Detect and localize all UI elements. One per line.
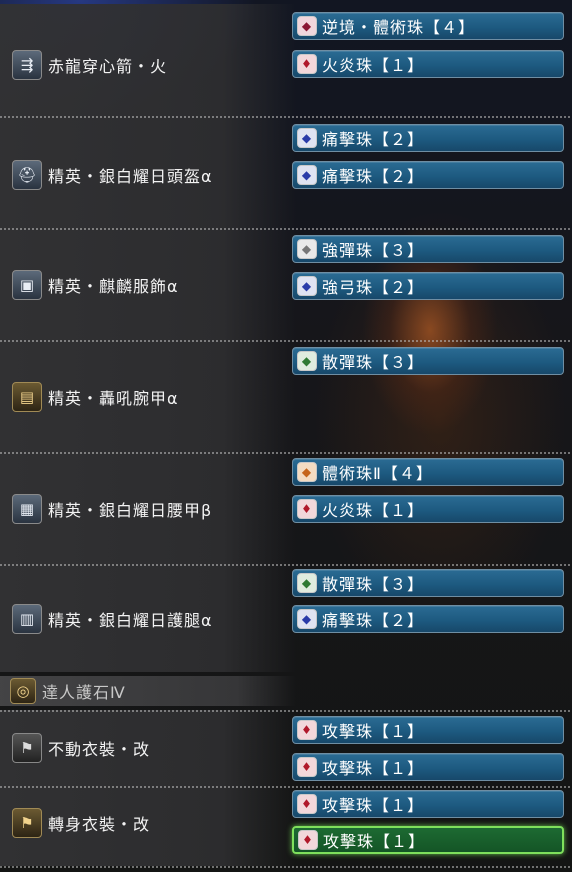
decoration-slot[interactable]: ♦ 火炎珠【１】 xyxy=(292,495,564,523)
equipment-item[interactable]: ⛑ 精英・銀白耀日頭盔α xyxy=(12,158,213,192)
decoration-gem-icon: ◆ xyxy=(297,276,317,296)
equipment-name: 赤龍穿心箭・火 xyxy=(48,57,168,76)
equipment-row-chest[interactable]: ▣ 精英・麒麟服飾α ◆ 強彈珠【３】 ◆ 強弓珠【２】 xyxy=(0,228,572,340)
decoration-label: 逆境・體術珠【４】 xyxy=(322,18,476,37)
mantle-item[interactable]: ⚑ 轉身衣裝・改 xyxy=(12,806,150,840)
mantle-icon: ⚑ xyxy=(12,733,42,763)
decoration-label: 火炎珠【１】 xyxy=(322,501,425,520)
decoration-slot[interactable]: ◆ 散彈珠【３】 xyxy=(292,347,564,375)
decoration-slot[interactable]: ◆ 痛擊珠【２】 xyxy=(292,161,564,189)
helmet-icon: ⛑ xyxy=(12,160,42,190)
decoration-slot[interactable]: ◆ 散彈珠【３】 xyxy=(292,569,564,597)
decoration-label: 攻擊珠【１】 xyxy=(323,832,426,851)
decoration-gem-icon: ♦ xyxy=(297,720,317,740)
bottom-divider xyxy=(0,866,572,868)
decoration-gem-icon: ◆ xyxy=(297,462,317,482)
equipment-name: 精英・銀白耀日腰甲β xyxy=(48,501,213,520)
decoration-slot[interactable]: ♦ 攻擊珠【１】 xyxy=(292,790,564,818)
decoration-label: 痛擊珠【２】 xyxy=(322,611,425,630)
decoration-gem-icon: ◆ xyxy=(297,351,317,371)
decoration-slot[interactable]: ◆ 痛擊珠【２】 xyxy=(292,124,564,152)
decoration-slot[interactable]: ◆ 體術珠Ⅱ【４】 xyxy=(292,458,564,486)
equipment-row-head[interactable]: ⛑ 精英・銀白耀日頭盔α ◆ 痛擊珠【２】 ◆ 痛擊珠【２】 xyxy=(0,116,572,228)
equipment-item[interactable]: ▤ 精英・轟吼腕甲α xyxy=(12,380,179,414)
decoration-slot-selected[interactable]: ♦ 攻擊珠【１】 xyxy=(292,826,564,854)
decoration-slot[interactable]: ♦ 火炎珠【１】 xyxy=(292,50,564,78)
talisman-name: 達人護石Ⅳ xyxy=(42,683,126,702)
decoration-gem-icon: ◆ xyxy=(297,239,317,259)
decoration-gem-icon: ♦ xyxy=(297,54,317,74)
row-divider xyxy=(0,452,572,454)
decoration-label: 痛擊珠【２】 xyxy=(322,167,425,186)
decoration-gem-icon: ♦ xyxy=(297,499,317,519)
equipment-item[interactable]: ▥ 精英・銀白耀日護腿α xyxy=(12,602,213,636)
decoration-slot[interactable]: ♦ 攻擊珠【１】 xyxy=(292,753,564,781)
decoration-label: 攻擊珠【１】 xyxy=(322,759,425,778)
equipment-item[interactable]: ⇶ 赤龍穿心箭・火 xyxy=(12,48,167,82)
legs-icon: ▥ xyxy=(12,604,42,634)
decoration-gem-icon: ◆ xyxy=(297,16,317,36)
talisman-row[interactable]: ◎ 達人護石Ⅳ xyxy=(0,676,296,706)
mantle-name: 不動衣裝・改 xyxy=(48,740,151,759)
decoration-gem-icon: ◆ xyxy=(297,609,317,629)
equipment-row-legs[interactable]: ▥ 精英・銀白耀日護腿α ◆ 散彈珠【３】 ◆ 痛擊珠【２】 xyxy=(0,564,572,672)
decoration-slot[interactable]: ◆ 痛擊珠【２】 xyxy=(292,605,564,633)
mantle-item[interactable]: ⚑ 不動衣裝・改 xyxy=(12,731,150,765)
equipment-item[interactable]: ▣ 精英・麒麟服飾α xyxy=(12,268,179,302)
decoration-label: 強彈珠【３】 xyxy=(322,241,425,260)
row-divider xyxy=(0,116,572,118)
equipment-item[interactable]: ▦ 精英・銀白耀日腰甲β xyxy=(12,492,212,526)
decoration-slot[interactable]: ♦ 攻擊珠【１】 xyxy=(292,716,564,744)
equipment-row-arms[interactable]: ▤ 精英・轟吼腕甲α ◆ 散彈珠【３】 xyxy=(0,340,572,452)
equipment-name: 精英・銀白耀日護腿α xyxy=(48,611,213,630)
mantle-row[interactable]: ⚑ 轉身衣裝・改 ♦ 攻擊珠【１】 ♦ 攻擊珠【１】 xyxy=(0,786,572,866)
chest-icon: ▣ xyxy=(12,270,42,300)
decoration-slot[interactable]: ◆ 強彈珠【３】 xyxy=(292,235,564,263)
mantle-row[interactable]: ⚑ 不動衣裝・改 ♦ 攻擊珠【１】 ♦ 攻擊珠【１】 xyxy=(0,710,572,786)
row-divider xyxy=(0,564,572,566)
equipment-name: 精英・麒麟服飾α xyxy=(48,277,179,296)
arms-icon: ▤ xyxy=(12,382,42,412)
decoration-gem-icon: ♦ xyxy=(297,794,317,814)
decoration-label: 體術珠Ⅱ【４】 xyxy=(322,464,433,483)
mantle-icon: ⚑ xyxy=(12,808,42,838)
charm-icon: ◎ xyxy=(10,678,36,704)
decoration-slot[interactable]: ◆ 逆境・體術珠【４】 xyxy=(292,12,564,40)
decoration-label: 散彈珠【３】 xyxy=(322,575,425,594)
decoration-slot[interactable]: ◆ 強弓珠【２】 xyxy=(292,272,564,300)
decoration-gem-icon: ♦ xyxy=(298,830,318,850)
waist-icon: ▦ xyxy=(12,494,42,524)
bow-icon: ⇶ xyxy=(12,50,42,80)
decoration-label: 火炎珠【１】 xyxy=(322,56,425,75)
row-divider xyxy=(0,786,572,788)
decoration-gem-icon: ◆ xyxy=(297,165,317,185)
row-divider xyxy=(0,710,572,712)
row-divider xyxy=(0,340,572,342)
decoration-gem-icon: ◆ xyxy=(297,573,317,593)
decoration-label: 痛擊珠【２】 xyxy=(322,130,425,149)
decoration-label: 散彈珠【３】 xyxy=(322,353,425,372)
decoration-label: 強弓珠【２】 xyxy=(322,278,425,297)
row-divider xyxy=(0,228,572,230)
equipment-row-waist[interactable]: ▦ 精英・銀白耀日腰甲β ◆ 體術珠Ⅱ【４】 ♦ 火炎珠【１】 xyxy=(0,452,572,564)
mantle-name: 轉身衣裝・改 xyxy=(48,815,151,834)
decoration-label: 攻擊珠【１】 xyxy=(322,722,425,741)
decoration-gem-icon: ♦ xyxy=(297,757,317,777)
equipment-name: 精英・銀白耀日頭盔α xyxy=(48,167,213,186)
equipment-name: 精英・轟吼腕甲α xyxy=(48,389,179,408)
decoration-label: 攻擊珠【１】 xyxy=(322,796,425,815)
equipment-row-weapon[interactable]: ⇶ 赤龍穿心箭・火 ◆ 逆境・體術珠【４】 ♦ 火炎珠【１】 xyxy=(0,4,572,116)
decoration-gem-icon: ◆ xyxy=(297,128,317,148)
